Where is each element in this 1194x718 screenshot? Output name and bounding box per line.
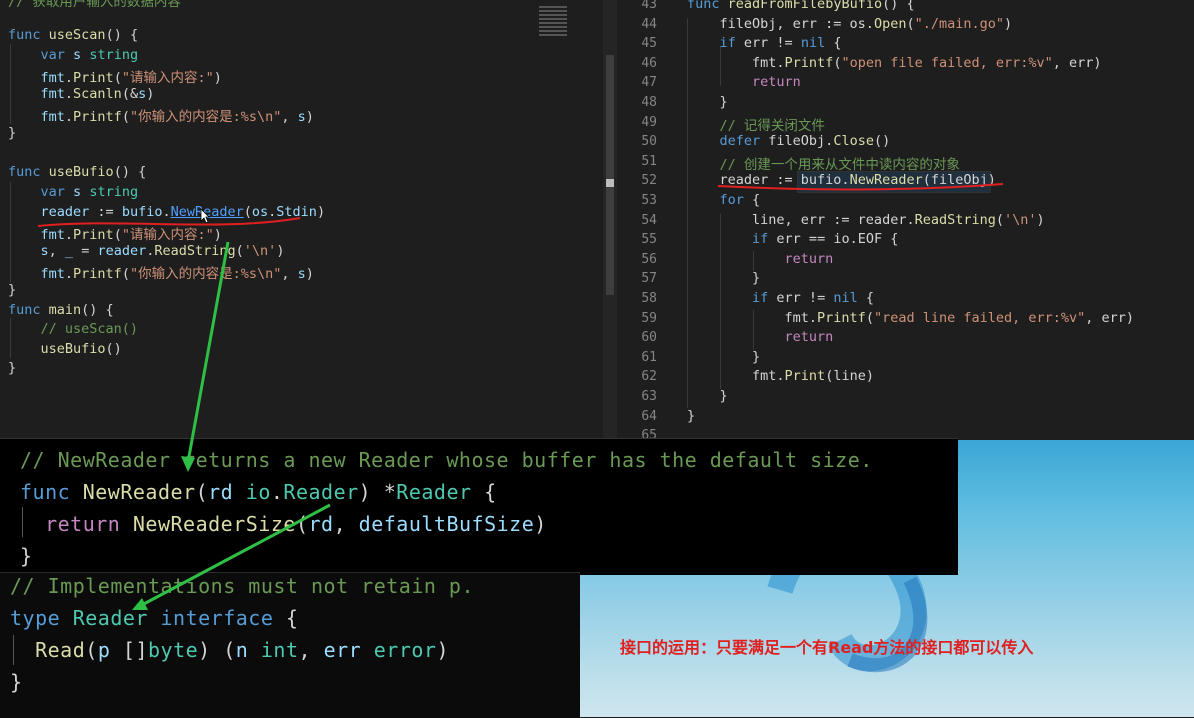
- popup-comment: // NewReader returns a new Reader whose …: [20, 448, 873, 472]
- code-line[interactable]: }: [8, 360, 16, 376]
- code-line[interactable]: fmt.Print("请输入内容:"): [8, 223, 222, 243]
- left-editor-pane[interactable]: // 获取用户输入的数据内容 func useScan() { var s st…: [0, 0, 535, 440]
- code-line[interactable]: return: [687, 251, 834, 267]
- code-line[interactable]: if err == io.EOF {: [687, 231, 898, 247]
- hover-popup-reader-interface: // Implementations must not retain p. ty…: [0, 572, 580, 718]
- scrollbar-track[interactable]: [603, 0, 617, 440]
- code-line[interactable]: if err != nil {: [687, 35, 842, 51]
- code-line[interactable]: fmt.Printf("read line failed, err:%v", e…: [687, 310, 1135, 326]
- line-number: 57: [641, 271, 657, 287]
- minimap[interactable]: [535, 0, 605, 440]
- code-line[interactable]: if err != nil {: [687, 290, 874, 306]
- line-number: 61: [641, 349, 657, 365]
- line-number: 43: [641, 0, 657, 12]
- code-line[interactable]: return: [687, 74, 801, 90]
- code-line[interactable]: // useScan(): [8, 321, 139, 337]
- code-line[interactable]: fmt.Scanln(&s): [8, 86, 155, 102]
- line-number: 52: [641, 173, 657, 189]
- code-line[interactable]: s, _ = reader.ReadString('\n'): [8, 243, 285, 259]
- code-line[interactable]: }: [687, 408, 695, 424]
- line-number: 60: [641, 330, 657, 346]
- popup-signature: type Reader interface {: [10, 606, 299, 630]
- code-line[interactable]: fmt.Print("请输入内容:"): [8, 66, 222, 86]
- code-line[interactable]: }: [687, 388, 728, 404]
- code-line[interactable]: // 记得关闭文件: [687, 114, 825, 134]
- code-line[interactable]: // 创建一个用来从文件中读内容的对象: [687, 153, 960, 173]
- popup-body: return NewReaderSize(rd, defaultBufSize): [45, 512, 547, 536]
- line-number: 64: [641, 408, 657, 424]
- code-line[interactable]: fmt.Printf("你输入的内容是:%s\n", s): [8, 262, 314, 282]
- code-line[interactable]: return: [687, 329, 834, 345]
- code-line[interactable]: var s string: [8, 184, 139, 200]
- line-number: 47: [641, 75, 657, 91]
- partial-comment-line: // 获取用户输入的数据内容: [8, 0, 181, 10]
- code-line[interactable]: var s string: [8, 47, 139, 63]
- code-line[interactable]: defer fileObj.Close(): [687, 133, 891, 149]
- code-line[interactable]: }: [687, 270, 760, 286]
- line-number: 45: [641, 36, 657, 52]
- code-line[interactable]: fileObj, err := os.Open("./main.go"): [687, 16, 1013, 32]
- popup-comment: // Implementations must not retain p.: [10, 574, 475, 598]
- code-line[interactable]: useBufio(): [8, 341, 122, 357]
- code-line[interactable]: }: [687, 349, 760, 365]
- code-line-usescan-decl[interactable]: func useScan() {: [8, 27, 138, 43]
- code-line-main-decl[interactable]: func main() {: [8, 302, 114, 318]
- line-number: 56: [641, 251, 657, 267]
- scroll-marker: [606, 179, 614, 187]
- code-line[interactable]: fmt.Printf("你输入的内容是:%s\n", s): [8, 105, 314, 125]
- line-number: 44: [641, 16, 657, 32]
- popup-body: Read(p []byte) (n int, err error): [35, 638, 450, 662]
- line-number: 58: [641, 291, 657, 306]
- minimap-preview: [539, 6, 567, 36]
- line-number: 63: [641, 389, 657, 404]
- code-line[interactable]: for {: [687, 192, 761, 208]
- code-line[interactable]: }: [687, 94, 728, 110]
- code-line[interactable]: }: [8, 282, 16, 298]
- line-number: 55: [641, 232, 657, 248]
- code-line[interactable]: fmt.Printf("open file failed, err:%v", e…: [687, 55, 1102, 71]
- line-number: 46: [641, 55, 657, 71]
- line-number: 51: [641, 153, 657, 169]
- line-number: 50: [641, 134, 657, 150]
- code-line[interactable]: reader := bufio.NewReader(fileObj): [687, 172, 996, 188]
- line-number: 49: [641, 114, 657, 130]
- line-number: 53: [641, 193, 657, 208]
- mouse-cursor-icon: [200, 208, 210, 224]
- line-number: 48: [641, 95, 657, 110]
- line-number: 59: [641, 310, 657, 326]
- code-line[interactable]: func readFromFilebyBufio() {: [687, 0, 915, 12]
- popup-signature: func NewReader(rd io.Reader) *Reader {: [20, 480, 497, 504]
- annotation-text: 接口的运用：只要满足一个有Read方法的接口都可以传入: [620, 638, 1034, 657]
- scrollbar-thumb[interactable]: [606, 55, 614, 295]
- popup-close: }: [10, 670, 23, 694]
- code-line[interactable]: fmt.Print(line): [687, 368, 874, 384]
- right-editor-pane[interactable]: 43 44 45 46 47 48 49 50 51 52 53 54 55 56 57 58 59 60 61 62…: [617, 0, 1194, 440]
- code-line-reader-assign[interactable]: reader := bufio.NewReader(os.Stdin): [8, 204, 326, 220]
- line-number: 62: [641, 369, 657, 385]
- code-line[interactable]: }: [8, 125, 16, 141]
- code-line[interactable]: line, err := reader.ReadString('\n'): [687, 212, 1045, 228]
- popup-close: }: [20, 544, 33, 568]
- hover-popup-newreader: // NewReader returns a new Reader whose …: [0, 438, 958, 575]
- code-line-usebufio-decl[interactable]: func useBufio() {: [8, 164, 146, 180]
- line-number: 54: [641, 212, 657, 228]
